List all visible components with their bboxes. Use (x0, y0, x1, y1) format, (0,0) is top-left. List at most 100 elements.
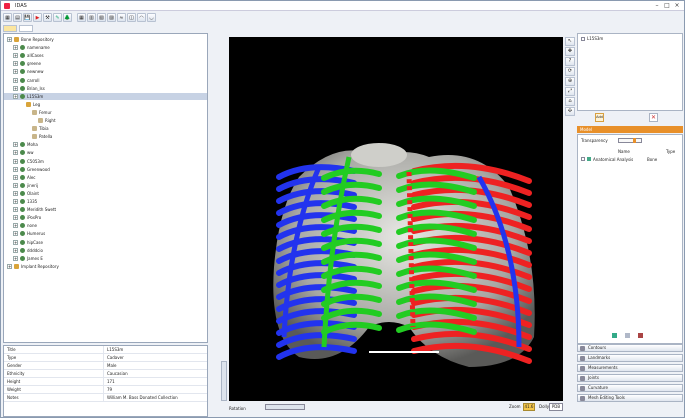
play-icon[interactable]: ▶ (33, 13, 42, 22)
tree-item[interactable]: + ddddcio (13, 247, 43, 254)
pan-icon[interactable]: ✥ (565, 47, 575, 56)
add-button[interactable]: Add (595, 113, 604, 122)
new-icon[interactable]: ▦ (3, 13, 12, 22)
expand-toggle-icon[interactable]: + (13, 199, 18, 204)
tree-item[interactable]: + Bone Repository (7, 36, 54, 43)
tree-item[interactable]: + newnew (13, 68, 44, 75)
accordion-landmarks[interactable]: Landmarks (577, 354, 683, 362)
tree-item[interactable]: + Alec (13, 174, 36, 181)
remove-icon[interactable] (638, 333, 643, 338)
tree-item[interactable]: + Brian_Iss (13, 85, 45, 92)
signal-icon[interactable]: ◡ (147, 13, 156, 22)
tree-item[interactable]: + Greenwood (13, 166, 50, 173)
select-icon[interactable]: ↖ (565, 37, 575, 46)
tree-item[interactable]: + Implant Repository (7, 263, 59, 270)
chart-icon[interactable]: ▧ (97, 13, 106, 22)
expand-toggle-icon[interactable]: + (13, 61, 18, 67)
tree-item[interactable]: + namename (13, 44, 50, 51)
accordion-mesh-editing-tools[interactable]: Mesh Editing Tools (577, 394, 683, 402)
property-value[interactable]: Male (104, 363, 116, 368)
tree-item[interactable]: Right (31, 117, 56, 124)
expand-toggle-icon[interactable]: + (13, 85, 18, 91)
apply-icon[interactable] (612, 333, 617, 338)
tree-item[interactable]: + jinerij (13, 182, 38, 189)
tree-item[interactable]: + greene (13, 60, 41, 67)
layout-icon[interactable]: ▥ (87, 13, 96, 22)
close-button[interactable]: × (673, 2, 681, 9)
expand-toggle-icon[interactable]: + (13, 174, 18, 180)
tree-item[interactable]: + none (13, 222, 37, 229)
reset-view-icon[interactable]: ⌂ (565, 97, 575, 106)
delete-icon[interactable]: ✕ (649, 113, 658, 122)
expand-toggle-icon[interactable]: + (13, 215, 18, 221)
render-icon[interactable]: ▨ (107, 13, 116, 22)
tree-item[interactable]: + allCases (13, 52, 44, 59)
accordion-joints[interactable]: Joints (577, 374, 683, 382)
accordion-curvature[interactable]: Curvature (577, 384, 683, 392)
blank-icon[interactable] (625, 333, 630, 338)
property-value[interactable]: Cadaver (104, 355, 124, 360)
expand-toggle-icon[interactable]: + (13, 158, 18, 164)
tree-item[interactable]: + hipCase (13, 239, 43, 246)
tree-icon[interactable]: 🌲 (63, 13, 72, 22)
dolly-value[interactable]: PDB (549, 403, 563, 411)
wifi-icon[interactable]: ◠ (137, 13, 146, 22)
fit-icon[interactable]: ⤢ (565, 87, 575, 96)
expand-toggle-icon[interactable]: + (13, 45, 18, 51)
transparency-slider[interactable] (618, 138, 642, 143)
open-icon[interactable]: ▤ (13, 13, 22, 22)
wave-icon[interactable]: ≈ (117, 13, 126, 22)
rotation-slider[interactable] (265, 404, 305, 410)
expand-toggle-icon[interactable]: + (13, 190, 18, 196)
expand-toggle-icon[interactable]: + (13, 182, 18, 188)
tree-item[interactable]: + Moha (13, 141, 38, 148)
tree-item[interactable]: + Meridith Swett (13, 206, 56, 213)
minimize-button[interactable]: – (653, 2, 661, 9)
rotate-icon[interactable]: ⟳ (565, 67, 575, 76)
3d-viewport[interactable] (229, 37, 563, 401)
tree-item[interactable]: + C5053m (13, 158, 44, 165)
analysis-row[interactable]: Anatomical Analysis Bone (581, 156, 681, 162)
expand-toggle-icon[interactable]: + (13, 142, 18, 148)
tree-item[interactable]: + Olaint (13, 190, 39, 197)
tree-item[interactable]: Femur (25, 109, 52, 116)
expand-toggle-icon[interactable]: + (13, 255, 18, 261)
expand-toggle-icon[interactable]: + (13, 150, 18, 156)
expand-toggle-icon[interactable]: + (13, 223, 18, 229)
expand-toggle-icon[interactable]: + (13, 53, 18, 59)
property-value[interactable]: Caucasian (104, 371, 128, 376)
tree-item[interactable]: + iPosPro (13, 214, 41, 221)
property-value[interactable]: L15S3m (104, 347, 123, 352)
zoom-value[interactable]: 41.6 (523, 403, 535, 411)
tree-item[interactable]: + ww (13, 149, 34, 156)
accordion-contours[interactable]: Contours (577, 344, 683, 352)
expand-toggle-icon[interactable]: + (13, 247, 18, 253)
tab-secondary[interactable] (19, 25, 33, 32)
expand-toggle-icon[interactable]: + (13, 207, 18, 213)
tools-icon[interactable]: ⚒ (43, 13, 52, 22)
edit-icon[interactable]: ✎ (53, 13, 62, 22)
model-header[interactable]: Model (577, 126, 683, 133)
tree-item[interactable]: Patella (25, 133, 52, 140)
expand-toggle-icon[interactable]: + (7, 37, 12, 42)
maximize-button[interactable]: □ (663, 2, 671, 9)
grid-icon[interactable]: ▦ (77, 13, 86, 22)
elevation-slider[interactable] (221, 361, 227, 401)
save-icon[interactable]: 💾 (23, 13, 32, 22)
split-icon[interactable]: ◫ (127, 13, 136, 22)
zoom-icon[interactable]: ⊕ (565, 77, 575, 86)
tree-item[interactable]: +1335 (13, 198, 37, 205)
tree-item[interactable]: + Humerus (13, 230, 45, 237)
expand-toggle-icon[interactable]: + (13, 231, 18, 237)
tree-item[interactable]: Tibia (25, 125, 49, 132)
accordion-measurements[interactable]: Measurements (577, 364, 683, 372)
expand-toggle-icon[interactable]: + (13, 239, 18, 245)
expand-toggle-icon[interactable]: + (13, 93, 18, 99)
property-value[interactable]: William M. Bass Donated Collection (104, 395, 178, 400)
move-icon[interactable]: ✣ (565, 107, 575, 116)
tree-item[interactable]: + James E (13, 255, 43, 262)
expand-toggle-icon[interactable]: + (7, 263, 12, 269)
expand-toggle-icon[interactable]: + (13, 166, 18, 172)
tree-item[interactable]: Leg (19, 101, 40, 108)
help-icon[interactable]: ? (565, 57, 575, 66)
